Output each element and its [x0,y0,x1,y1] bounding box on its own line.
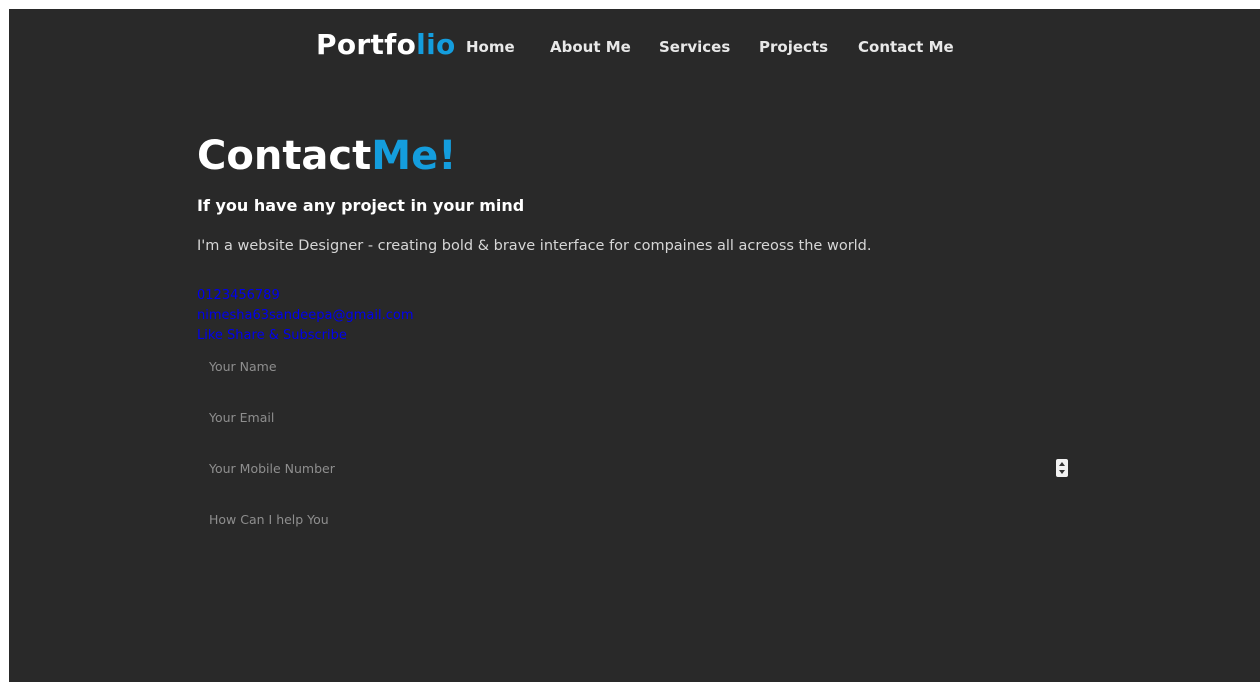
title-accent: Me! [371,133,457,179]
logo-accent-text: lio [416,28,456,61]
email-link[interactable]: nimesha63sandeepa@gmail.com [197,306,413,326]
nav-projects[interactable]: Projects [759,38,828,56]
logo-text: Portfo [316,28,417,61]
email-input[interactable] [197,402,1073,432]
stepper-down-icon [1059,470,1065,474]
contact-links: 0123456789 nimesha63sandeepa@gmail.com L… [197,286,413,346]
logo[interactable]: Portfolio [316,28,456,61]
page-title: ContactMe! [197,133,456,179]
stepper-up-icon [1059,462,1065,466]
nav-contact-me[interactable]: Contact Me [858,38,954,56]
nav-about-me[interactable]: About Me [550,38,631,56]
message-textarea[interactable] [197,511,1073,661]
mobile-number-input[interactable] [197,453,1073,483]
page: Portfolio Home About Me Services Project… [9,9,1260,682]
name-input[interactable] [197,351,1073,381]
title-main: Contact [197,133,372,179]
nav-home[interactable]: Home [466,38,515,56]
phone-link[interactable]: 0123456789 [197,286,413,306]
contact-description: I'm a website Designer - creating bold &… [197,238,872,254]
contact-subheading: If you have any project in your mind [197,196,525,215]
number-stepper[interactable] [1056,459,1068,477]
nav-services[interactable]: Services [659,38,730,56]
navbar: Portfolio Home About Me Services Project… [9,9,1260,83]
social-link[interactable]: Like Share & Subscribe [197,326,413,346]
